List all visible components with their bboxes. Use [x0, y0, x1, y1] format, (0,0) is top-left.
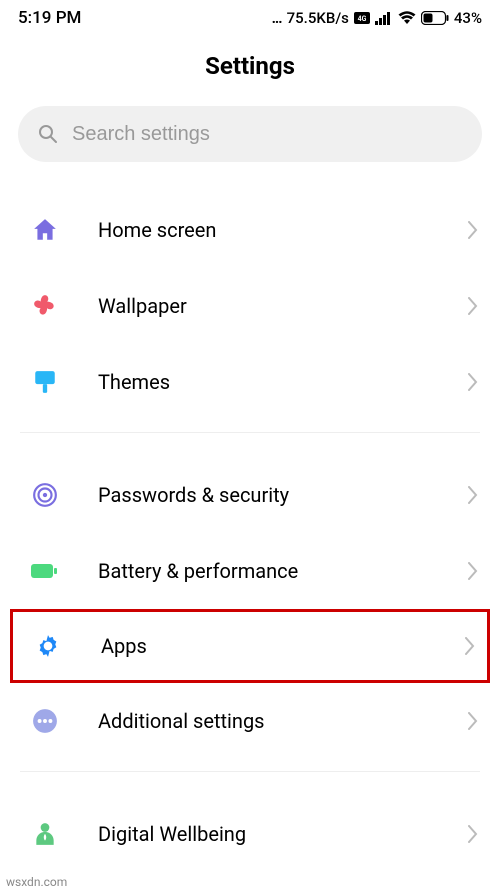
- settings-item-label: Passwords & security: [98, 483, 468, 507]
- chevron-right-icon: [468, 486, 478, 504]
- settings-item-passwords-security[interactable]: Passwords & security: [0, 457, 500, 533]
- settings-item-label: Home screen: [98, 218, 468, 242]
- search-box[interactable]: [18, 106, 482, 162]
- dots-icon: [30, 706, 60, 736]
- wifi-icon: [398, 11, 416, 25]
- divider: [20, 432, 480, 433]
- battery-icon: [421, 11, 449, 25]
- settings-item-label: Battery & performance: [98, 559, 468, 583]
- page-title: Settings: [0, 52, 500, 80]
- settings-item-battery-performance[interactable]: Battery & performance: [0, 533, 500, 609]
- settings-list: Home screen Wallpaper Themes Passwords &…: [0, 192, 500, 872]
- status-right: ... 75.5KB/s 4G 43%: [272, 9, 482, 27]
- home-icon: [30, 215, 60, 245]
- chevron-right-icon: [468, 221, 478, 239]
- settings-item-apps[interactable]: Apps: [10, 609, 490, 683]
- status-dots-icon: ...: [272, 9, 282, 27]
- chevron-right-icon: [468, 825, 478, 843]
- volte-icon: 4G: [354, 12, 370, 24]
- fingerprint-icon: [30, 480, 60, 510]
- network-speed: 75.5KB/s: [287, 9, 349, 27]
- chevron-right-icon: [468, 373, 478, 391]
- status-bar: 5:19 PM ... 75.5KB/s 4G 43%: [0, 0, 500, 32]
- watermark: wsxdn.com: [6, 875, 67, 889]
- search-input[interactable]: [72, 123, 462, 146]
- settings-item-label: Themes: [98, 370, 468, 394]
- battery-icon: [30, 556, 60, 586]
- chevron-right-icon: [465, 637, 475, 655]
- wellbeing-icon: [30, 819, 60, 849]
- svg-text:4G: 4G: [357, 15, 366, 23]
- divider: [20, 771, 480, 772]
- settings-item-label: Wallpaper: [98, 294, 468, 318]
- chevron-right-icon: [468, 562, 478, 580]
- search-icon: [38, 124, 58, 144]
- settings-item-label: Digital Wellbeing: [98, 822, 468, 846]
- settings-item-themes[interactable]: Themes: [0, 344, 500, 420]
- settings-item-wallpaper[interactable]: Wallpaper: [0, 268, 500, 344]
- chevron-right-icon: [468, 712, 478, 730]
- chevron-right-icon: [468, 297, 478, 315]
- settings-item-additional-settings[interactable]: Additional settings: [0, 683, 500, 759]
- signal-icon: [375, 11, 393, 25]
- settings-item-label: Additional settings: [98, 709, 468, 733]
- settings-item-home-screen[interactable]: Home screen: [0, 192, 500, 268]
- brush-icon: [30, 367, 60, 397]
- status-time: 5:19 PM: [18, 8, 81, 28]
- flower-icon: [30, 291, 60, 321]
- battery-percent: 43%: [454, 9, 482, 27]
- settings-item-digital-wellbeing[interactable]: Digital Wellbeing: [0, 796, 500, 872]
- settings-item-label: Apps: [101, 634, 465, 658]
- gear-icon: [33, 631, 63, 661]
